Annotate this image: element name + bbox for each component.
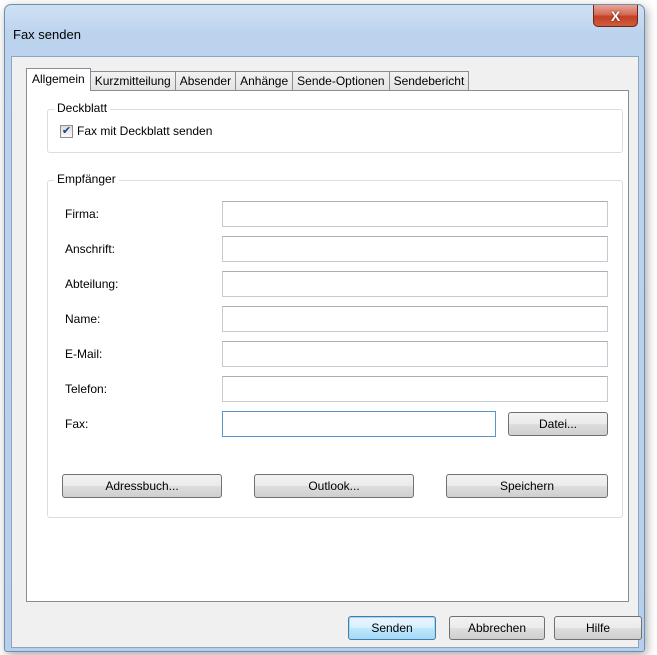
abteilung-field[interactable] — [222, 271, 608, 297]
email-label: E-Mail: — [65, 347, 103, 361]
tab-panel-allgemein: Deckblatt ✔ Fax mit Deckblatt senden Emp… — [26, 90, 629, 602]
tab-anhaenge[interactable]: Anhänge — [235, 71, 294, 91]
tab-sende-optionen[interactable]: Sende-Optionen — [292, 71, 390, 91]
empfaenger-group-label: Empfänger — [54, 172, 119, 186]
tab-kurzmitteilung[interactable]: Kurzmitteilung — [89, 71, 176, 91]
firma-label: Firma: — [65, 207, 99, 221]
close-button[interactable]: X — [593, 5, 638, 27]
dialog-client-area: Allgemein Kurzmitteilung Absender Anhäng… — [11, 56, 642, 648]
email-field[interactable] — [222, 341, 608, 367]
deckblatt-group-label: Deckblatt — [54, 101, 111, 115]
fax-field[interactable] — [222, 411, 496, 437]
tab-allgemein[interactable]: Allgemein — [26, 68, 91, 91]
telefon-label: Telefon: — [65, 382, 108, 396]
abbrechen-button[interactable]: Abbrechen — [449, 616, 545, 640]
telefon-field[interactable] — [222, 376, 608, 402]
speichern-button[interactable]: Speichern — [446, 474, 608, 498]
deckblatt-checkbox[interactable]: ✔ Fax mit Deckblatt senden — [60, 124, 212, 138]
deckblatt-checkbox-label: Fax mit Deckblatt senden — [77, 124, 213, 138]
window-title: Fax senden — [13, 27, 81, 42]
senden-button[interactable]: Senden — [348, 616, 436, 640]
outlook-button[interactable]: Outlook... — [254, 474, 414, 498]
empfaenger-group: Empfänger Firma: Anschrift: Abteilung: N… — [47, 172, 623, 518]
tab-absender[interactable]: Absender — [174, 71, 237, 91]
close-icon: X — [610, 7, 621, 24]
tab-strip: Allgemein Kurzmitteilung Absender Anhäng… — [26, 67, 470, 91]
firma-field[interactable] — [222, 201, 608, 227]
deckblatt-group: Deckblatt ✔ Fax mit Deckblatt senden — [47, 101, 623, 153]
adressbuch-button[interactable]: Adressbuch... — [62, 474, 222, 498]
name-field[interactable] — [222, 306, 608, 332]
name-label: Name: — [65, 312, 101, 326]
tab-sendebericht[interactable]: Sendebericht — [388, 71, 470, 91]
anschrift-label: Anschrift: — [65, 242, 116, 256]
abteilung-label: Abteilung: — [65, 277, 119, 291]
checkmark-icon[interactable]: ✔ — [60, 124, 73, 138]
datei-button[interactable]: Datei... — [508, 412, 608, 436]
fax-label: Fax: — [65, 417, 89, 431]
anschrift-field[interactable] — [222, 236, 608, 262]
fax-dialog-window: Fax senden X Allgemein Kurzmitteilung Ab… — [4, 4, 645, 652]
hilfe-button[interactable]: Hilfe — [554, 616, 642, 640]
